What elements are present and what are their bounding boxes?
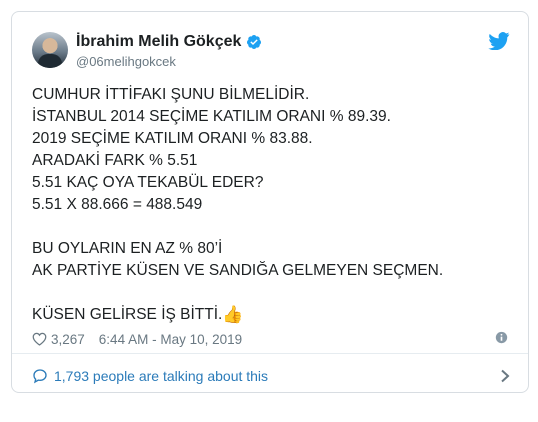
tweet-line: CUMHUR İTTİFAKI ŞUNU BİLMELİDİR. [32, 86, 310, 103]
verified-badge-icon [247, 35, 262, 49]
author-name-row[interactable]: İbrahim Melih Gökçek [76, 33, 262, 51]
tweet-line: AK PARTİYE KÜSEN VE SANDIĞA GELMEYEN SEÇ… [32, 262, 444, 279]
conversation-link[interactable]: 1,793 people are talking about this [32, 366, 510, 386]
tweet-line: KÜSEN GELİRSE İŞ BİTTİ. [32, 306, 223, 323]
tweet-line: 2019 SEÇİME KATILIM ORANI % 83.88. [32, 130, 313, 147]
info-icon[interactable] [495, 331, 508, 344]
tweet-timestamp[interactable]: 6:44 AM - May 10, 2019 [99, 332, 242, 347]
divider [12, 353, 528, 354]
heart-icon[interactable] [32, 332, 47, 346]
tweet-line: İSTANBUL 2014 SEÇİME KATILIM ORANI % 89.… [32, 108, 391, 125]
like-count[interactable]: 3,267 [51, 332, 85, 347]
tweet-line: ARADAKİ FARK % 5.51 [32, 152, 198, 169]
comment-bubble-icon [33, 369, 47, 384]
tweet-line: 5.51 X 88.666 = 488.549 [32, 196, 203, 213]
avatar[interactable] [32, 32, 68, 68]
thumbs-up-emoji: 👍 [222, 305, 244, 324]
conversation-text[interactable]: 1,793 people are talking about this [54, 368, 268, 384]
tweet-line: BU OYLARIN EN AZ % 80’İ [32, 240, 223, 257]
tweet-card: İbrahim Melih Gökçek @06melihgokcek CUMH… [11, 11, 529, 393]
tweet-line: 5.51 KAÇ OYA TEKABÜL EDER? [32, 174, 264, 191]
author-handle[interactable]: @06melihgokcek [76, 54, 176, 69]
chevron-right-icon[interactable] [500, 369, 510, 383]
twitter-bird-icon[interactable] [488, 32, 510, 50]
tweet-text: CUMHUR İTTİFAKI ŞUNU BİLMELİDİR. İSTANBU… [32, 84, 512, 326]
author-name[interactable]: İbrahim Melih Gökçek [76, 33, 241, 51]
tweet-meta: 3,267 6:44 AM - May 10, 2019 [32, 330, 508, 348]
tweet-last-line: KÜSEN GELİRSE İŞ BİTTİ.👍 [32, 304, 512, 326]
